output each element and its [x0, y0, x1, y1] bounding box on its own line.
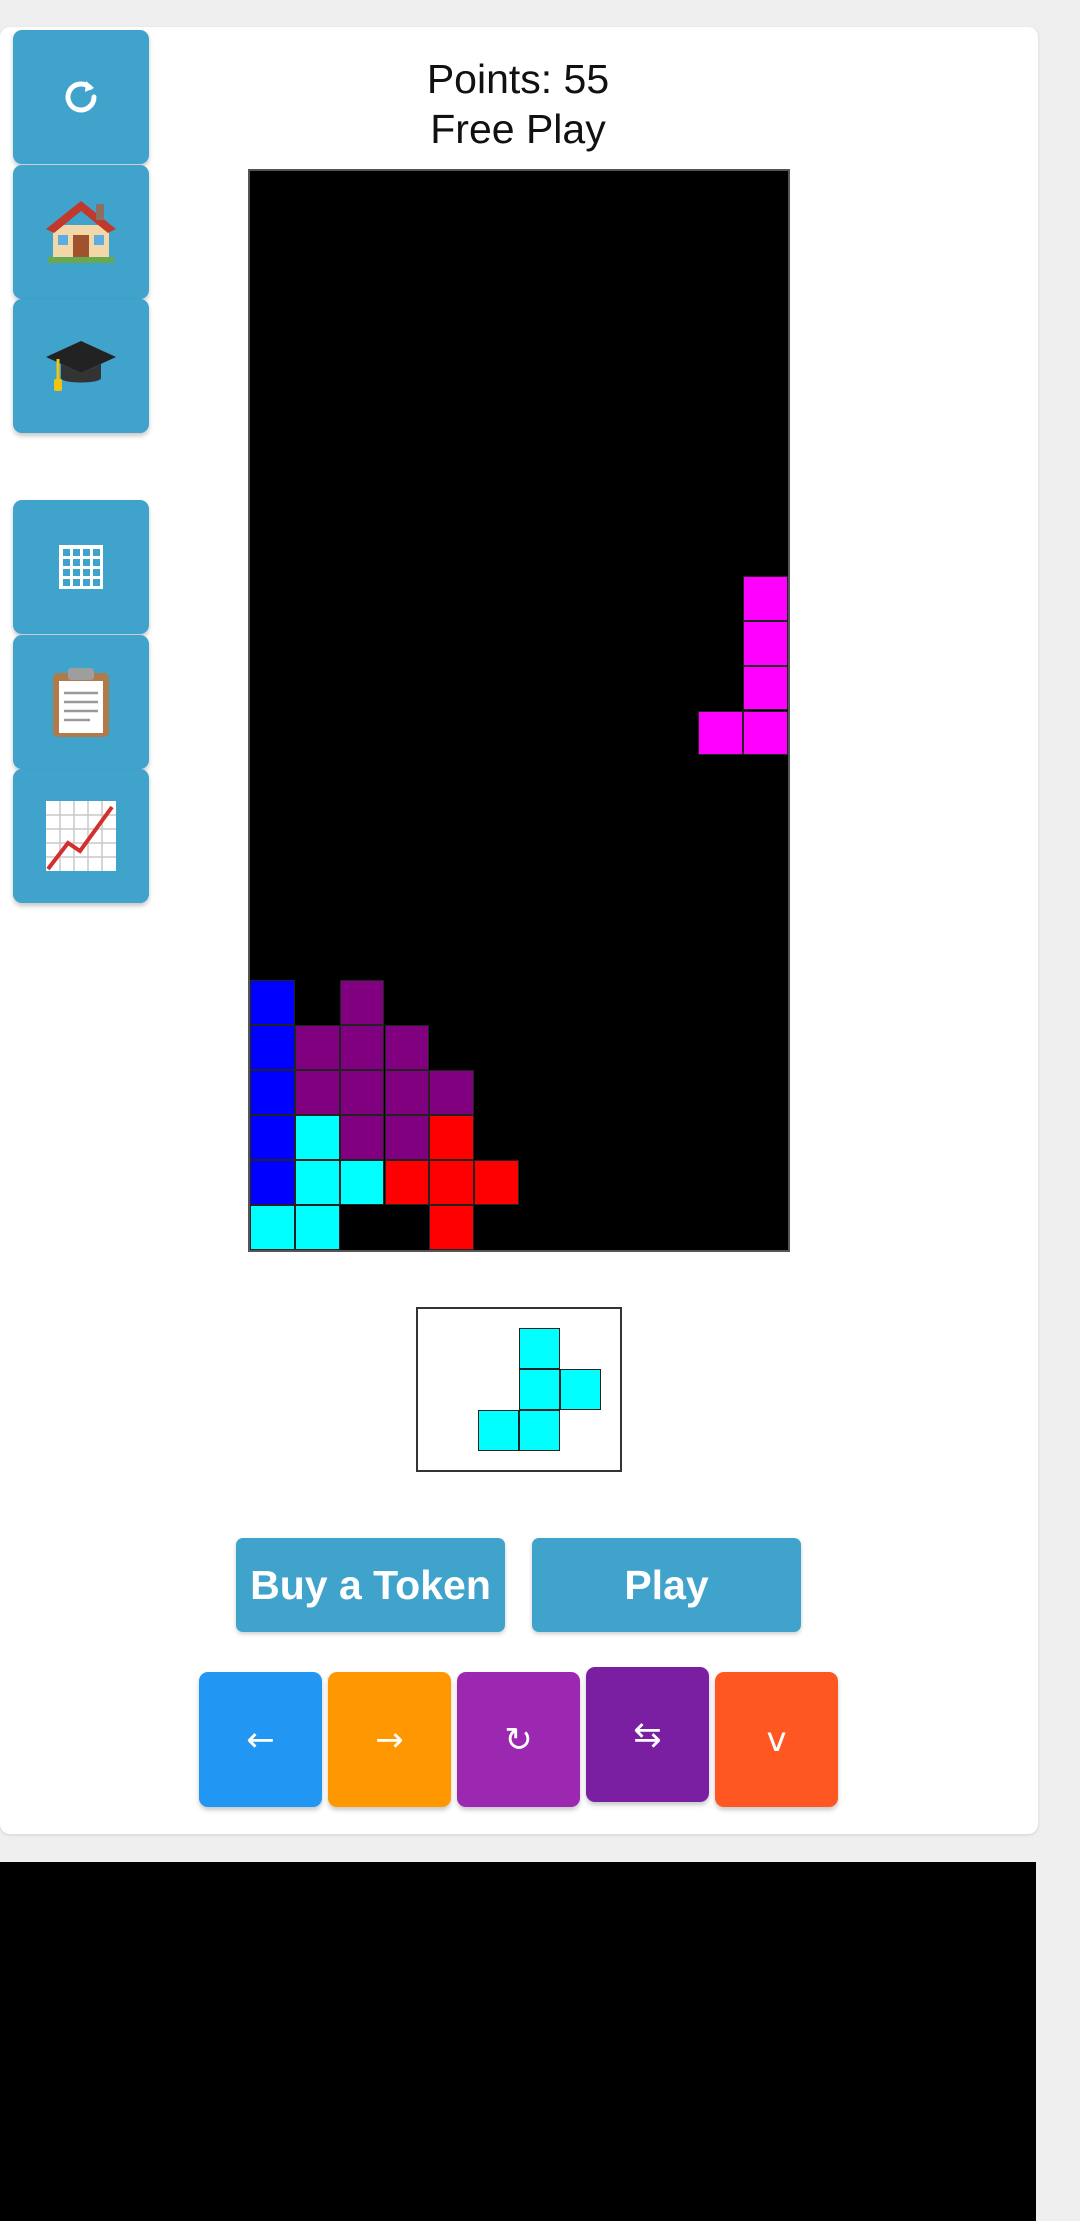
board-cell-purple — [384, 1115, 430, 1161]
game-mode-label: Free Play — [430, 106, 606, 152]
board-cell-cyan — [250, 1205, 295, 1250]
rotate-button[interactable]: ↻ — [457, 1672, 580, 1807]
learn-button[interactable] — [13, 299, 149, 433]
board-cell-purple — [294, 1070, 340, 1116]
board-cell-purple — [294, 1025, 340, 1071]
board-cell-red — [384, 1160, 430, 1206]
next-piece-cell — [519, 1410, 560, 1451]
board-cell-cyan — [294, 1160, 340, 1206]
arrow-right-icon: → — [375, 1719, 404, 1760]
board-cell-cyan — [339, 1160, 385, 1206]
footer-area — [0, 1862, 1036, 2221]
board-cell-cyan — [294, 1205, 340, 1250]
next-piece-cell — [519, 1369, 560, 1410]
board-cell-blue — [250, 1070, 295, 1116]
board-cell-purple — [384, 1070, 430, 1116]
buy-token-button[interactable]: Buy a Token — [236, 1538, 505, 1632]
board-cell-purple — [339, 1070, 385, 1116]
board-cell-purple — [429, 1070, 475, 1116]
swap-button[interactable]: ⇆ — [586, 1667, 709, 1802]
next-piece-cell — [519, 1328, 560, 1369]
stats-button[interactable] — [13, 769, 149, 903]
clipboard-button[interactable] — [13, 635, 149, 769]
refresh-button[interactable] — [13, 30, 149, 164]
board-cell-blue — [250, 1115, 295, 1161]
board-cell-purple — [339, 1025, 385, 1071]
board-cell-purple — [339, 980, 385, 1026]
swap-icon: ⇆ — [633, 1714, 662, 1755]
grid-button[interactable] — [13, 500, 149, 634]
board-cell-cyan — [294, 1115, 340, 1161]
board-cell-magenta — [743, 665, 788, 711]
next-piece-cell — [478, 1410, 519, 1451]
game-board[interactable] — [248, 169, 790, 1252]
board-cell-blue — [250, 1160, 295, 1206]
board-cell-red — [429, 1160, 475, 1206]
graduation-cap-icon — [46, 341, 116, 391]
play-button[interactable]: Play — [532, 1538, 801, 1632]
next-piece-preview — [416, 1307, 622, 1472]
board-cell-magenta — [743, 710, 788, 756]
board-cell-magenta — [743, 575, 788, 621]
clipboard-icon — [53, 668, 109, 737]
house-icon — [46, 201, 116, 263]
board-cell-purple — [339, 1115, 385, 1161]
board-cell-blue — [250, 1025, 295, 1071]
board-cell-purple — [384, 1025, 430, 1071]
board-cell-red — [474, 1160, 519, 1206]
drop-button[interactable]: v — [715, 1672, 838, 1807]
chart-increasing-icon — [46, 801, 116, 871]
refresh-icon — [65, 81, 97, 113]
next-piece-cell — [560, 1369, 601, 1410]
board-cell-red — [429, 1115, 475, 1161]
chevron-down-icon: v — [766, 1719, 787, 1760]
board-cell-magenta — [698, 710, 744, 756]
move-right-button[interactable]: → — [328, 1672, 451, 1807]
board-cell-red — [429, 1205, 475, 1250]
move-left-button[interactable]: ← — [199, 1672, 322, 1807]
points-display: Points: 55 — [426, 56, 610, 102]
grid-icon — [59, 545, 103, 589]
board-cell-blue — [250, 980, 295, 1026]
home-button[interactable] — [13, 165, 149, 299]
rotate-icon: ↻ — [504, 1719, 533, 1760]
arrow-left-icon: ← — [246, 1719, 275, 1760]
board-cell-magenta — [743, 620, 788, 666]
